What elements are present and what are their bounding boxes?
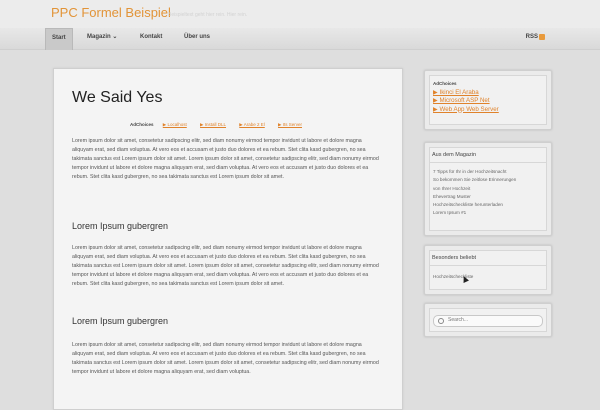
magazin-list: 7 Tipps für Ihr in der Hochzeitsnacht So… xyxy=(433,168,516,218)
site-title[interactable]: PPC Formel Beispiel xyxy=(51,5,171,20)
magazin-item[interactable]: 7 Tipps für Ihr in der Hochzeitsnacht xyxy=(433,168,516,176)
magazin-item[interactable]: Lorem Ipsum #1 xyxy=(433,209,516,217)
ad-link-microsoft-asp[interactable]: ▶ Microsoft ASP Net xyxy=(433,97,499,105)
ad-link-its-server[interactable]: ▶ Its Server xyxy=(278,122,302,127)
sidebar-ad-widget: AdChoices ▶ Ikinci El Araba ▶ Microsoft … xyxy=(424,70,552,130)
section-heading-1: Lorem Ipsum gubergren xyxy=(72,221,169,231)
site-tagline: Beispieltext geht hier rein. Hier rein. xyxy=(168,12,248,18)
paragraph-1: Lorem ipsum dolor sit amet, consetetur s… xyxy=(72,138,379,181)
magazin-item[interactable]: So bekommen Sie zeitlose Erinnerungen xyxy=(433,176,516,184)
main-content: We Said Yes AdChoices ▶ Localhost ▶ Inst… xyxy=(53,68,403,410)
magazin-item[interactable]: Ehevertrag Muster xyxy=(433,193,516,201)
popular-widget: Besonders beliebt Hochzeitscheckliste xyxy=(424,245,552,295)
nav-item-start[interactable]: Start xyxy=(45,28,73,50)
adchoices-label[interactable]: AdChoices xyxy=(130,122,154,127)
ad-link-arabe[interactable]: ▶ Arabe 2 El xyxy=(239,122,264,127)
search-widget: Search... xyxy=(424,303,552,337)
search-input[interactable]: Search... xyxy=(433,315,543,327)
magazin-heading: Aus dem Magazin xyxy=(430,148,546,163)
rss-link[interactable]: RSS xyxy=(526,28,538,49)
ad-link-localhost[interactable]: ▶ Localhost xyxy=(163,122,187,127)
ad-link-install-dll[interactable]: ▶ Install DLL xyxy=(200,122,226,127)
paragraph-3: Lorem ipsum dolor sit amet, consetetur s… xyxy=(72,342,379,376)
search-placeholder: Search... xyxy=(448,317,469,323)
main-nav: Start Magazin ⌄ Kontakt Über uns RSS xyxy=(0,28,600,50)
site-header: PPC Formel Beispiel Beispieltext geht hi… xyxy=(0,0,600,30)
ad-links-row: AdChoices ▶ Localhost ▶ Install DLL ▶ Ar… xyxy=(130,122,314,128)
sidebar-ad-links: ▶ Ikinci El Araba ▶ Microsoft ASP Net ▶ … xyxy=(433,89,499,114)
magazin-item[interactable]: Hochzeitscheckliste herunterladen xyxy=(433,201,516,209)
nav-item-magazin[interactable]: Magazin ⌄ xyxy=(87,28,117,49)
search-icon xyxy=(438,318,444,324)
ad-link-web-app[interactable]: ▶ Web App Web Server xyxy=(433,106,499,114)
magazin-item[interactable]: von Ihrer Hochzeit xyxy=(433,185,516,193)
post-title: We Said Yes xyxy=(72,89,163,106)
nav-item-kontakt[interactable]: Kontakt xyxy=(140,28,162,49)
rss-icon[interactable] xyxy=(539,34,545,40)
magazin-widget: Aus dem Magazin 7 Tipps für Ihr in der H… xyxy=(424,142,552,236)
section-heading-2: Lorem Ipsum gubergren xyxy=(72,316,169,326)
ad-link-ikinci-el-araba[interactable]: ▶ Ikinci El Araba xyxy=(433,89,499,97)
nav-item-ueber-uns[interactable]: Über uns xyxy=(184,28,210,49)
popular-heading: Besonders beliebt xyxy=(430,251,546,266)
adchoices-label[interactable]: AdChoices xyxy=(433,81,457,86)
paragraph-2: Lorem ipsum dolor sit amet, consetetur s… xyxy=(72,245,379,288)
